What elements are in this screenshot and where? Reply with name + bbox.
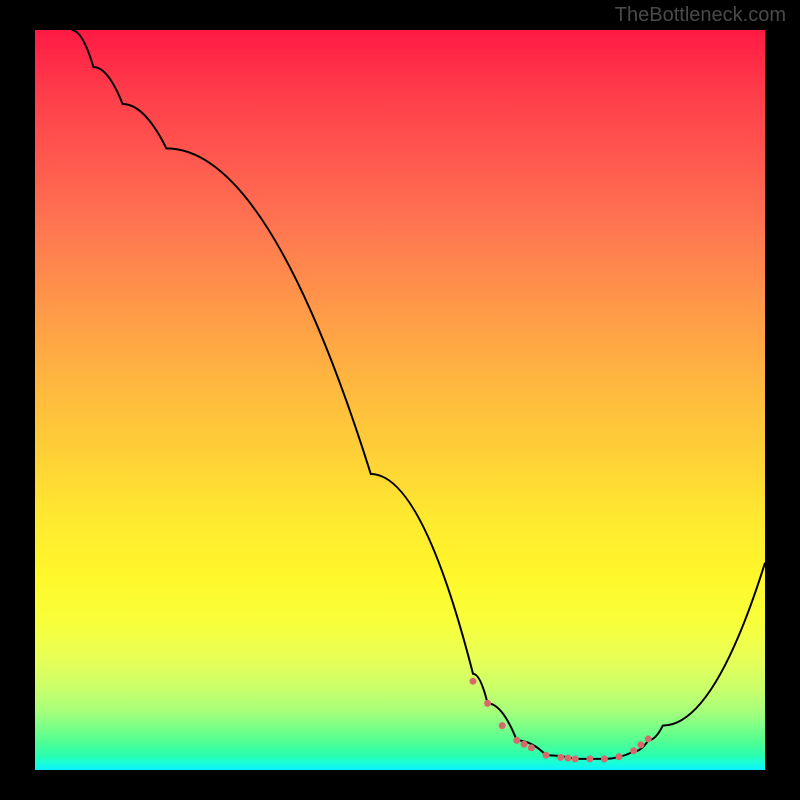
chart-container [35,30,765,770]
curve-dots [470,678,652,763]
curve-line [72,30,766,759]
watermark-text: TheBottleneck.com [615,4,786,27]
chart-svg [35,30,765,770]
